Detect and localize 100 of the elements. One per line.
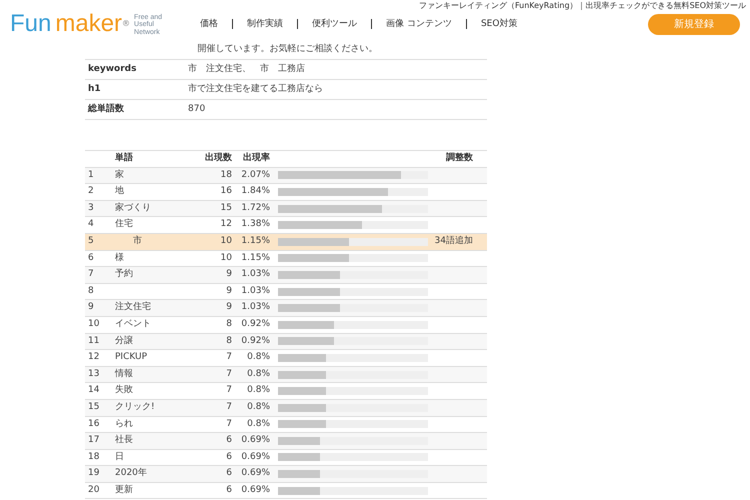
- rate-cell-text: 0.69%: [240, 484, 271, 497]
- count-cell-text: 9: [225, 284, 232, 298]
- count-cell-text: 15: [220, 202, 232, 215]
- word-cell-text: 注文住宅: [115, 301, 152, 314]
- rank-cell-text: 16: [87, 418, 100, 431]
- column-header: 単語: [115, 152, 134, 166]
- nav-link[interactable]: 便利ツール: [298, 19, 372, 29]
- rank-cell-text: 14: [87, 384, 100, 398]
- word-cell-text: 2020年: [115, 467, 148, 480]
- word-cell-text: 日: [115, 450, 125, 464]
- site-tagline: ファンキーレイティング（FunKeyRating）｜出現率チェックができる無料SEO対策ツール: [418, 0, 746, 12]
- rate-cell-text: 1.15%: [240, 252, 271, 265]
- count-cell-text: 16: [220, 185, 232, 198]
- rate-cell-text: 0.69%: [240, 467, 271, 480]
- rank-cell-text: 15: [87, 400, 100, 414]
- count-cell-text: 7: [225, 418, 232, 431]
- rate-cell-text: 0.69%: [240, 434, 271, 448]
- rate-cell-text: 2.07%: [240, 168, 271, 182]
- rank-cell-text: 18: [87, 450, 100, 464]
- rank-cell-text: 7: [87, 268, 95, 282]
- word-cell-text: 分譲: [115, 334, 134, 348]
- rate-cell-text: 0.8%: [246, 368, 271, 381]
- rank-cell-text: 19: [87, 467, 100, 480]
- column-header: 出現数: [204, 152, 232, 166]
- rate-cell-text: 0.69%: [240, 450, 271, 464]
- nav-link[interactable]: 画像 コンテンツ: [372, 19, 467, 29]
- rate-cell-text: 1.72%: [240, 202, 271, 215]
- rate-cell-text: 0.8%: [246, 400, 271, 414]
- rate-cell-text: 0.8%: [246, 351, 271, 364]
- info-label: h1: [88, 82, 102, 96]
- rank-cell-text: 2: [87, 185, 95, 198]
- rank-cell-text: 12: [87, 351, 100, 364]
- rank-cell-text: 5: [87, 235, 95, 248]
- info-label: 総単語数: [88, 102, 125, 116]
- rank-cell-text: 17: [87, 434, 100, 448]
- word-cell-text: 地: [115, 185, 125, 198]
- rank-cell-text: 11: [87, 334, 100, 348]
- count-cell-text: 12: [220, 218, 232, 232]
- rank-cell-text: 8: [87, 284, 95, 298]
- word-cell-text: 情報: [115, 368, 134, 381]
- count-cell-text: 8: [225, 318, 232, 331]
- nav-link[interactable]: 制作実績: [233, 19, 298, 29]
- rate-cell-text: 1.15%: [240, 235, 271, 248]
- rate-cell-text: 0.92%: [240, 334, 271, 348]
- rank-cell-text: 1: [87, 168, 95, 182]
- rank-cell-text: 9: [87, 301, 95, 314]
- count-cell-text: 9: [225, 301, 232, 314]
- registered-mark: ®: [122, 18, 130, 30]
- nav-link[interactable]: SEO対策: [466, 19, 532, 29]
- rate-cell-text: 0.92%: [240, 318, 271, 331]
- word-cell-text: PICKUP: [115, 351, 148, 364]
- word-cell-text: クリック!: [115, 400, 156, 414]
- word-cell-text: 家: [115, 168, 125, 182]
- column-header: 出現率: [242, 152, 271, 166]
- word-cell-text: 社長: [115, 434, 134, 448]
- count-cell-text: 6: [225, 467, 232, 480]
- count-cell-text: 7: [225, 351, 232, 364]
- word-cell-text: られ: [115, 418, 134, 431]
- info-label: keywords: [88, 62, 138, 76]
- word-cell-text: 市: [132, 235, 143, 248]
- word-cell-text: 失敗: [115, 384, 134, 398]
- count-cell-text: 8: [225, 334, 232, 348]
- logo-text: maker: [55, 12, 122, 36]
- rank-cell-text: 10: [87, 318, 100, 331]
- rank-cell-text: 6: [87, 252, 95, 265]
- count-cell-text: 10: [220, 235, 232, 248]
- word-cell-text: 予約: [115, 268, 134, 282]
- count-cell-text: 6: [225, 434, 232, 448]
- count-cell-text: 6: [225, 450, 232, 464]
- adjust-cell-text: 34語追加: [434, 235, 474, 248]
- rate-cell-text: 1.03%: [240, 284, 271, 298]
- word-cell-text: 様: [115, 252, 125, 265]
- count-cell-text: 6: [225, 484, 232, 497]
- intro-text: 開催しています。お気軽にご相談ください。: [198, 42, 378, 56]
- word-cell-text: 更新: [115, 484, 134, 497]
- info-value: 市で注文住宅を建てる工務店なら: [188, 82, 323, 96]
- nav-link[interactable]: 価格: [186, 19, 234, 29]
- rate-cell-text: 0.8%: [246, 384, 271, 398]
- column-header: 調整数: [445, 152, 474, 166]
- rank-cell-text: 3: [87, 202, 95, 215]
- count-cell-text: 10: [220, 252, 232, 265]
- rank-cell-text: 13: [87, 368, 100, 381]
- rate-cell-text: 0.8%: [246, 418, 271, 431]
- count-cell-text: 7: [225, 384, 232, 398]
- logo-text: Fun: [10, 12, 52, 36]
- count-cell-text: 7: [225, 400, 232, 414]
- info-value: 870: [188, 102, 206, 116]
- rank-cell-text: 20: [87, 484, 100, 497]
- rate-cell-text: 1.03%: [240, 268, 271, 282]
- word-cell-text: 住宅: [115, 218, 134, 232]
- rate-cell-text: 1.84%: [240, 185, 271, 198]
- rate-cell-text: 1.38%: [240, 218, 271, 232]
- count-cell-text: 18: [220, 168, 232, 182]
- rank-cell-text: 4: [87, 218, 95, 232]
- word-cell-text: イベント: [115, 318, 152, 331]
- info-value: 市 注文住宅、 市 工務店: [188, 62, 305, 76]
- count-cell-text: 9: [225, 268, 232, 282]
- rate-cell-text: 1.03%: [240, 301, 271, 314]
- word-cell-text: 家づくり: [115, 202, 152, 215]
- count-cell-text: 7: [225, 368, 232, 381]
